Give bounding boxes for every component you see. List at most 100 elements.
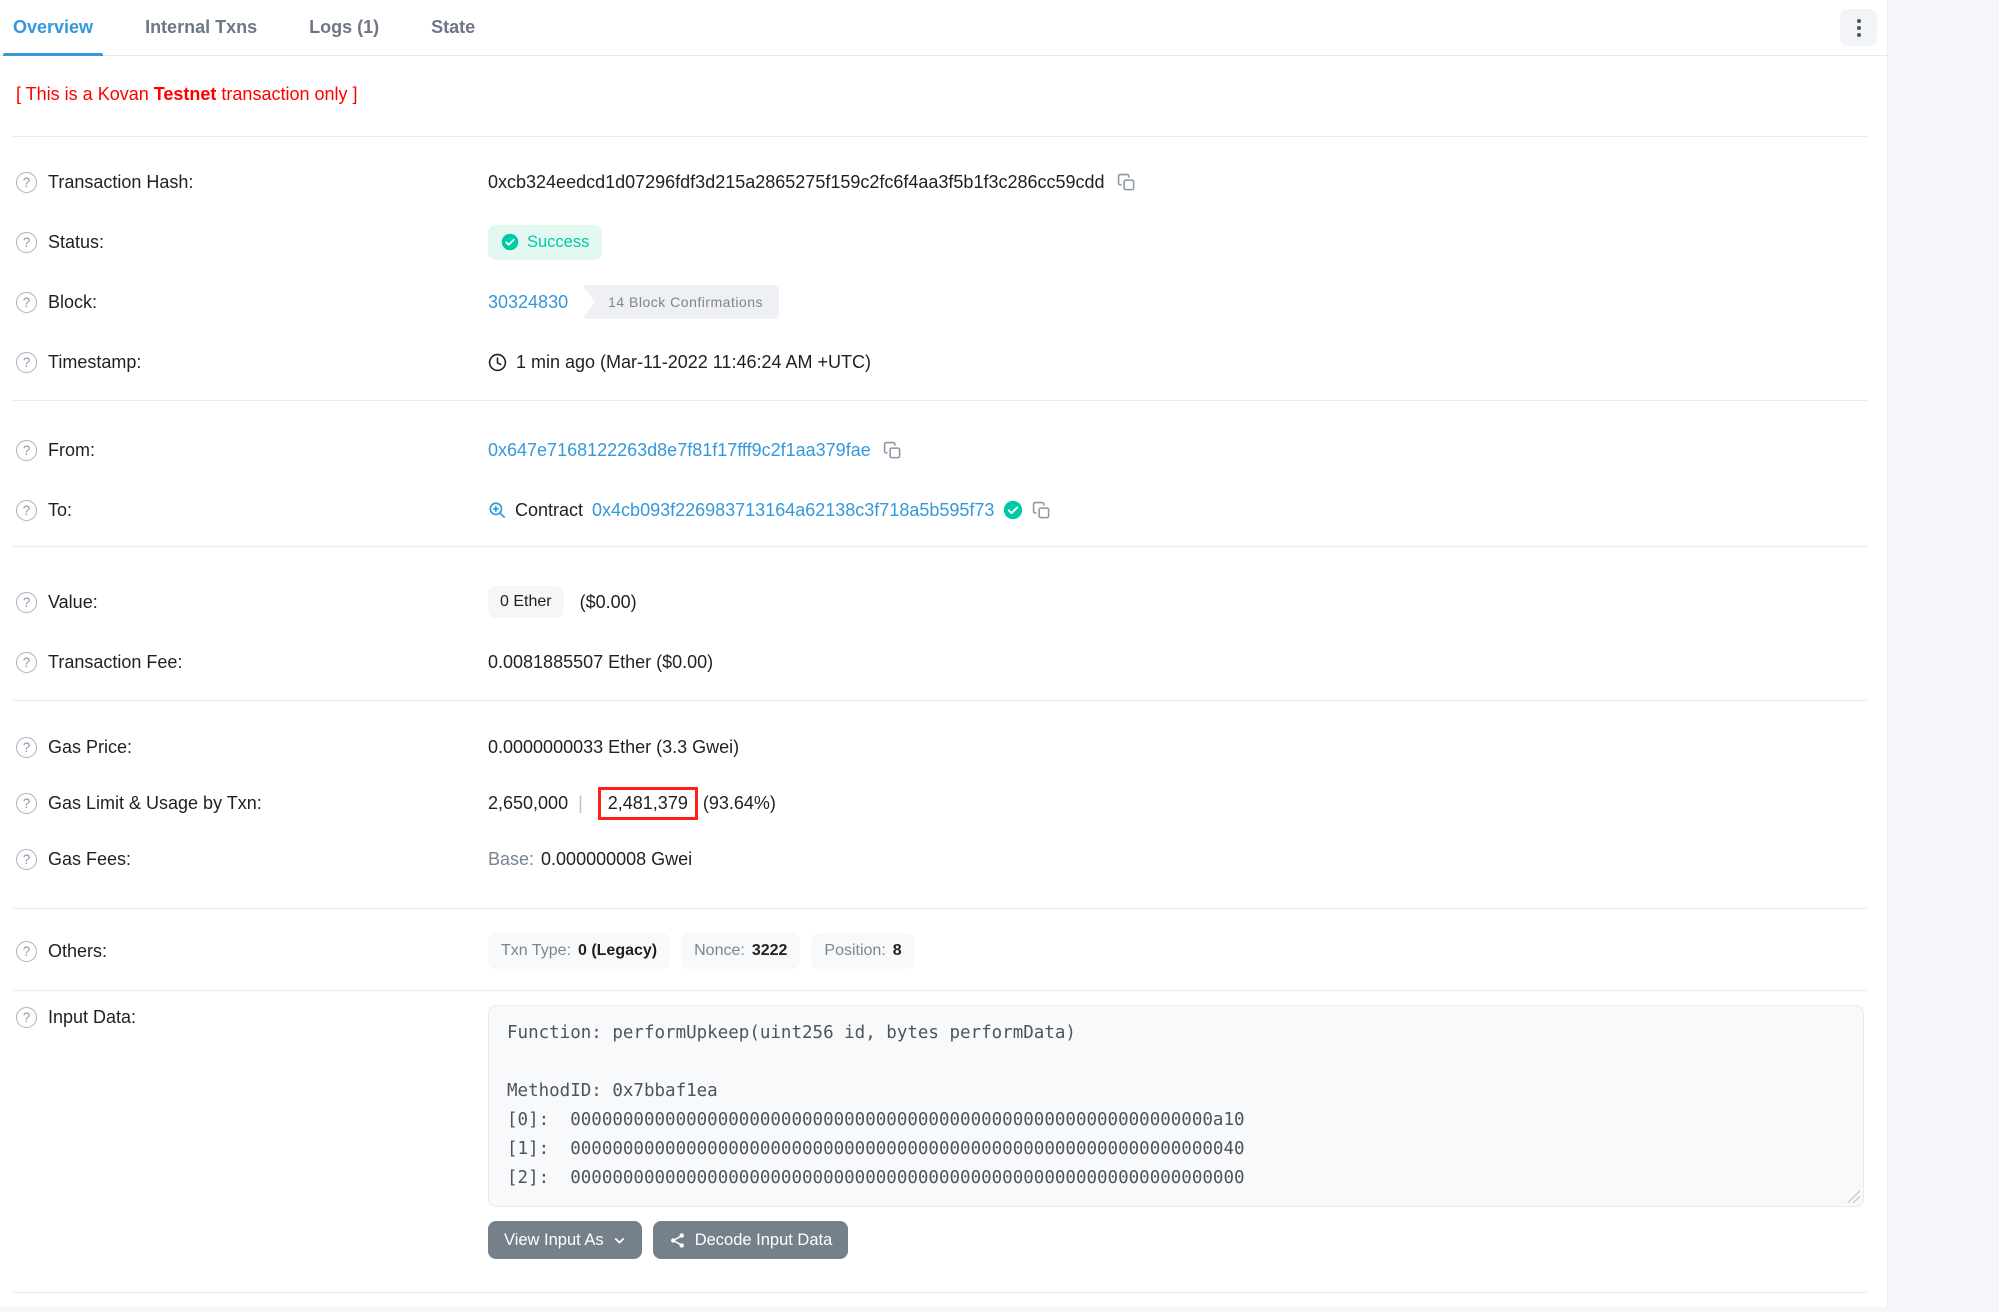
copy-icon[interactable] (883, 441, 902, 460)
help-icon[interactable] (16, 292, 37, 313)
row-input-data: Input Data: Function: performUpkeep(uint… (16, 1005, 1864, 1207)
row-to: To: Contract 0x4cb093f226983713164a62138… (16, 480, 1864, 540)
help-icon[interactable] (16, 172, 37, 193)
row-transaction-hash: Transaction Hash: 0xcb324eedcd1d07296fdf… (16, 152, 1864, 212)
zoom-in-icon[interactable] (488, 501, 506, 519)
warning-suffix: transaction only ] (216, 84, 357, 104)
help-icon[interactable] (16, 793, 37, 814)
gas-limit-value: 2,650,000 (488, 793, 568, 814)
tab-logs[interactable]: Logs (1) (299, 0, 389, 55)
verified-contract-icon (1003, 500, 1023, 520)
input-data-label: Input Data: (48, 1007, 136, 1028)
row-timestamp: Timestamp: 1 min ago (Mar-11-2022 11:46:… (16, 332, 1864, 392)
resize-handle[interactable] (1846, 1189, 1860, 1203)
help-icon[interactable] (16, 849, 37, 870)
row-block: Block: 30324830 14 Block Confirmations (16, 272, 1864, 332)
kebab-icon (1857, 19, 1861, 23)
view-input-as-button[interactable]: View Input As (488, 1221, 642, 1259)
page-background-rail (1887, 0, 1999, 1307)
row-from: From: 0x647e7168122263d8e7f81f17fff9c2f1… (16, 420, 1864, 480)
section-overview-top: Transaction Hash: 0xcb324eedcd1d07296fdf… (12, 136, 1868, 400)
transaction-hash-value: 0xcb324eedcd1d07296fdf3d215a2865275f159c… (488, 172, 1105, 193)
to-address-link[interactable]: 0x4cb093f226983713164a62138c3f718a5b595f… (592, 500, 994, 521)
section-gas: Gas Price: 0.0000000033 Ether (3.3 Gwei)… (12, 700, 1868, 908)
block-label: Block: (48, 292, 97, 313)
help-icon[interactable] (16, 652, 37, 673)
bottom-divider (12, 1292, 1868, 1312)
warning-prefix: [ This is a Kovan (16, 84, 154, 104)
value-label: Value: (48, 592, 98, 613)
others-label: Others: (48, 941, 107, 962)
help-icon[interactable] (16, 737, 37, 758)
row-transaction-fee: Transaction Fee: 0.0081885507 Ether ($0.… (16, 632, 1864, 692)
nonce-value: 3222 (752, 942, 788, 960)
block-confirmations-badge: 14 Block Confirmations (582, 285, 779, 319)
view-input-as-label: View Input As (504, 1231, 604, 1250)
value-usd: ($0.00) (580, 592, 637, 613)
to-contract-prefix: Contract (515, 500, 583, 521)
from-label: From: (48, 440, 95, 461)
input-data-actions: View Input As Decode Input Data (488, 1221, 1864, 1259)
status-badge: Success (488, 225, 602, 260)
row-others: Others: Txn Type: 0 (Legacy) Nonce: 3222… (16, 921, 1864, 981)
txn-type-badge: Txn Type: 0 (Legacy) (488, 933, 670, 969)
gas-price-value: 0.0000000033 Ether (3.3 Gwei) (488, 737, 739, 758)
help-icon[interactable] (16, 941, 37, 962)
tab-internal-txns[interactable]: Internal Txns (135, 0, 267, 55)
status-value: Success (527, 233, 589, 252)
help-icon[interactable] (16, 440, 37, 461)
ether-value-badge: 0 Ether (488, 586, 564, 618)
help-icon[interactable] (16, 232, 37, 253)
gas-used-percent: (93.64%) (703, 793, 776, 814)
from-address-link[interactable]: 0x647e7168122263d8e7f81f17fff9c2f1aa379f… (488, 440, 871, 461)
gas-used-highlight-box: 2,481,379 (598, 787, 698, 820)
input-data-textarea[interactable]: Function: performUpkeep(uint256 id, byte… (488, 1005, 1864, 1207)
more-options-button[interactable] (1840, 9, 1877, 46)
position-value: 8 (893, 942, 902, 960)
row-gas-limit-usage: Gas Limit & Usage by Txn: 2,650,000 | 2,… (16, 775, 1864, 831)
status-label: Status: (48, 232, 104, 253)
gas-fees-base-label: Base: (488, 849, 534, 870)
gas-used-value: 2,481,379 (608, 793, 688, 813)
transaction-detail-card: Overview Internal Txns Logs (1) State [ … (0, 0, 1887, 1307)
section-value-fee: Value: 0 Ether ($0.00) Transaction Fee: … (12, 546, 1868, 700)
row-gas-fees: Gas Fees: Base: 0.000000008 Gwei (16, 831, 1864, 887)
timestamp-value: 1 min ago (Mar-11-2022 11:46:24 AM +UTC) (516, 352, 871, 373)
gas-fees-label: Gas Fees: (48, 849, 131, 870)
nonce-key: Nonce: (694, 942, 745, 960)
decode-icon (669, 1232, 686, 1249)
to-label: To: (48, 500, 72, 521)
section-others: Others: Txn Type: 0 (Legacy) Nonce: 3222… (12, 908, 1868, 990)
transaction-fee-value: 0.0081885507 Ether ($0.00) (488, 652, 713, 673)
check-circle-icon (501, 233, 519, 251)
txn-type-value: 0 (Legacy) (578, 942, 657, 960)
tab-overview[interactable]: Overview (3, 0, 103, 55)
txn-type-key: Txn Type: (501, 942, 571, 960)
warning-bold: Testnet (154, 84, 217, 104)
gas-limit-label: Gas Limit & Usage by Txn: (48, 793, 262, 814)
nonce-badge: Nonce: 3222 (681, 933, 800, 969)
section-input-data: Input Data: Function: performUpkeep(uint… (12, 990, 1868, 1259)
tab-state[interactable]: State (421, 0, 485, 55)
chevron-down-icon (613, 1234, 626, 1247)
help-icon[interactable] (16, 1007, 37, 1028)
block-number-link[interactable]: 30324830 (488, 292, 568, 313)
help-icon[interactable] (16, 352, 37, 373)
decode-input-data-label: Decode Input Data (695, 1231, 833, 1250)
row-status: Status: Success (16, 212, 1864, 272)
clock-icon (488, 353, 507, 372)
help-icon[interactable] (16, 500, 37, 521)
row-value: Value: 0 Ether ($0.00) (16, 572, 1864, 632)
timestamp-label: Timestamp: (48, 352, 141, 373)
copy-icon[interactable] (1117, 173, 1136, 192)
gas-fees-base-value: 0.000000008 Gwei (541, 849, 692, 870)
transaction-hash-label: Transaction Hash: (48, 172, 193, 193)
help-icon[interactable] (16, 592, 37, 613)
position-badge: Position: 8 (811, 933, 914, 969)
copy-icon[interactable] (1032, 501, 1051, 520)
gas-separator: | (578, 793, 583, 814)
transaction-fee-label: Transaction Fee: (48, 652, 182, 673)
section-addresses: From: 0x647e7168122263d8e7f81f17fff9c2f1… (12, 400, 1868, 546)
position-key: Position: (824, 942, 885, 960)
decode-input-data-button[interactable]: Decode Input Data (653, 1221, 849, 1259)
